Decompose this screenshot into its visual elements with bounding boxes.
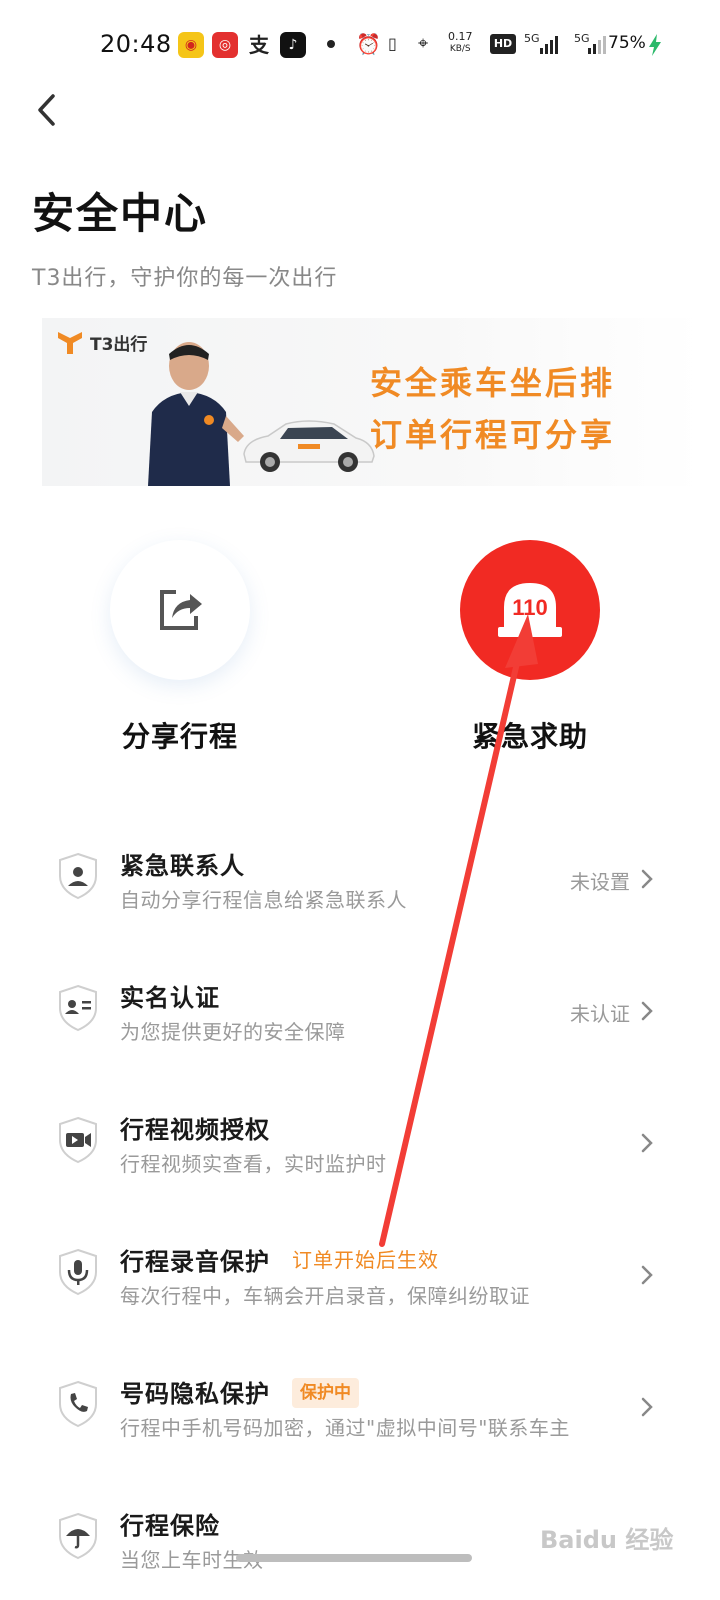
battery-level: 75% xyxy=(608,33,646,53)
list-item-trip-recording[interactable]: 行程录音保护 订单开始后生效 每次行程中，车辆会开启录音，保障纠纷取证 xyxy=(0,1242,720,1342)
tiktok-icon: ♪ xyxy=(280,32,306,58)
list-item-status: 未设置 xyxy=(570,870,630,894)
home-indicator[interactable] xyxy=(236,1554,472,1562)
safety-banner[interactable]: T3出行 安全乘车坐后排 订单行程可分享 xyxy=(42,318,702,486)
t3-logo-icon xyxy=(58,332,82,354)
emergency-help-circle[interactable]: 110 xyxy=(460,540,600,680)
list-item-status: 未认证 xyxy=(570,1002,630,1026)
effective-tag: 订单开始后生效 xyxy=(292,1248,439,1272)
list-item-subtitle: 行程视频实查看，实时监护时 xyxy=(120,1152,387,1176)
location-icon: ⌖ xyxy=(418,33,429,54)
share-trip-label: 分享行程 xyxy=(121,720,238,753)
netease-music-icon: ◎ xyxy=(212,32,238,58)
id-card-shield-icon xyxy=(59,984,97,1032)
emergency-help-button[interactable]: 110 紧急求助 xyxy=(430,540,630,770)
back-arrow-icon xyxy=(38,94,55,126)
share-icon xyxy=(160,590,202,630)
chevron-right-icon xyxy=(641,1397,653,1417)
spokesperson-image xyxy=(148,342,244,486)
status-bar: 20:48 ◉ ◎ 支 ♪ ⏰ ▯ ⌖ 0.17 KB/S HD 5G 5G 7… xyxy=(0,0,720,90)
police-siren-icon: 110 xyxy=(498,583,562,637)
chevron-right-icon xyxy=(641,1265,653,1285)
list-item-title: 紧急联系人 xyxy=(120,852,245,880)
page-title: 安全中心 xyxy=(32,189,209,238)
alarm-icon: ⏰ xyxy=(356,32,381,56)
list-item-trip-video[interactable]: 行程视频授权 行程视频实查看，实时监护时 xyxy=(0,1110,720,1210)
page-subtitle: T3出行，守护你的每一次出行 xyxy=(32,266,338,291)
charging-bolt-icon xyxy=(649,34,661,56)
list-item-title: 行程视频授权 xyxy=(120,1116,270,1144)
protecting-badge: 保护中 xyxy=(292,1378,359,1408)
contact-shield-icon xyxy=(59,852,97,900)
status-time: 20:48 xyxy=(100,30,172,58)
hd-icon: HD xyxy=(490,34,516,54)
chevron-right-icon xyxy=(641,869,653,889)
list-item-title: 实名认证 xyxy=(120,984,220,1012)
list-item-title: 行程保险 xyxy=(120,1512,220,1540)
list-item-title: 行程录音保护 xyxy=(120,1248,270,1276)
net-speed: 0.17 KB/S xyxy=(448,30,473,56)
banner-headline-2: 订单行程可分享 xyxy=(370,416,616,454)
sim1-label: 5G xyxy=(524,32,540,45)
back-button[interactable] xyxy=(26,88,66,132)
chevron-right-icon xyxy=(641,1133,653,1153)
signal-bars-1-icon xyxy=(540,34,558,54)
vibrate-icon: ▯ xyxy=(388,34,397,53)
umbrella-shield-icon xyxy=(59,1512,97,1560)
alipay-icon: 支 xyxy=(246,32,272,58)
list-item-number-privacy[interactable]: 号码隐私保护 保护中 行程中手机号码加密，通过"虚拟中间号"联系车主 xyxy=(0,1374,720,1474)
net-speed-unit: KB/S xyxy=(449,44,471,54)
list-item-emergency-contact[interactable]: 紧急联系人 自动分享行程信息给紧急联系人 未设置 xyxy=(0,846,720,946)
baidu-watermark: Baidu 经验 xyxy=(540,1526,674,1554)
notification-dot-icon xyxy=(327,40,335,48)
emergency-help-label: 紧急求助 xyxy=(471,720,588,753)
phone-shield-icon xyxy=(59,1380,97,1428)
signal-bars-2-icon xyxy=(588,34,606,54)
list-item-subtitle: 行程中手机号码加密，通过"虚拟中间号"联系车主 xyxy=(120,1416,570,1440)
microphone-shield-icon xyxy=(59,1248,97,1296)
banner-headline-1: 安全乘车坐后排 xyxy=(370,364,616,402)
sos-110-label: 110 xyxy=(512,595,548,620)
car-image xyxy=(243,420,375,472)
list-item-title: 号码隐私保护 xyxy=(120,1380,270,1408)
list-item-real-name[interactable]: 实名认证 为您提供更好的安全保障 未认证 xyxy=(0,978,720,1078)
share-trip-circle[interactable] xyxy=(110,540,250,680)
weibo-icon: ◉ xyxy=(178,32,204,58)
video-shield-icon xyxy=(59,1116,97,1164)
list-item-subtitle: 自动分享行程信息给紧急联系人 xyxy=(120,888,407,912)
list-item-subtitle: 每次行程中，车辆会开启录音，保障纠纷取证 xyxy=(120,1284,530,1308)
net-speed-value: 0.17 xyxy=(448,30,473,43)
share-trip-button[interactable]: 分享行程 xyxy=(80,540,280,770)
list-item-subtitle: 为您提供更好的安全保障 xyxy=(120,1020,346,1044)
chevron-right-icon xyxy=(641,1001,653,1021)
